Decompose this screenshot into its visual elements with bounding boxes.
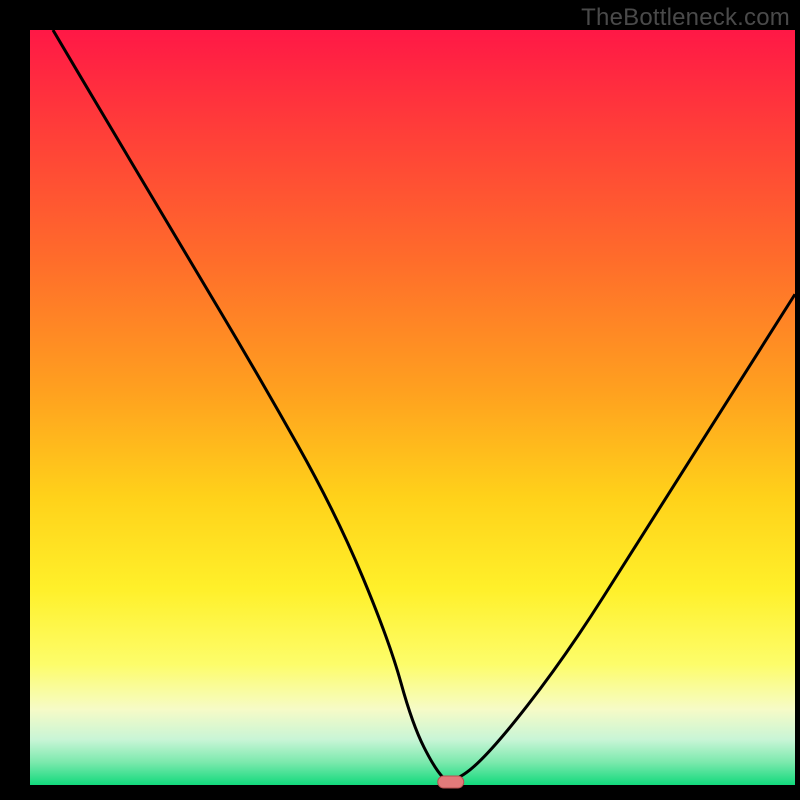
gradient-background bbox=[30, 30, 795, 785]
optimal-point-marker bbox=[438, 776, 464, 788]
bottleneck-chart bbox=[0, 0, 800, 800]
watermark-label: TheBottleneck.com bbox=[581, 4, 790, 32]
chart-root: TheBottleneck.com bbox=[0, 0, 800, 800]
